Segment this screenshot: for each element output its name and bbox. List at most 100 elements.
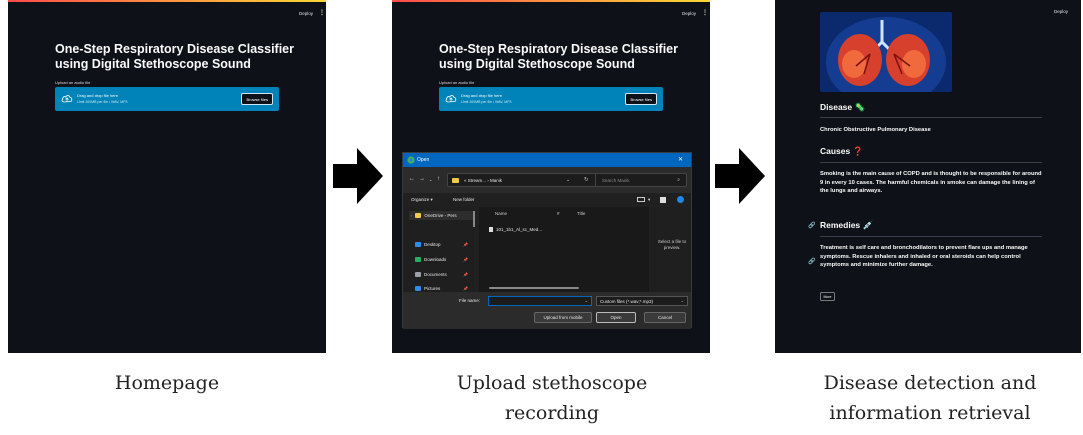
dialog-title: Open [417,157,430,163]
preview-pane-icon[interactable] [660,197,666,203]
sidebar-item-pictures[interactable]: Pictures [415,286,440,291]
folder-icon [452,178,459,183]
anchor-link-icon[interactable]: 🔗 [808,258,815,265]
pin-icon: 📌 [463,272,468,277]
file-name-input[interactable]: ⌄ [488,296,592,306]
view-icon[interactable] [637,197,645,202]
sidebar-item-label: OneDrive - Pers [424,213,457,218]
page-title: One-Step Respiratory Disease Classifier … [55,42,294,71]
address-bar[interactable]: « Stream... › Manik ⌄ ↻ [447,173,597,187]
remedies-text: Treatment is self care and bronchodilato… [820,245,1028,268]
dialog-footer: File name: ⌄ Custom files (*.wav;*.mp3) … [403,292,691,329]
sidebar-scrollbar[interactable] [473,211,475,227]
command-bar: Organize ▾ New folder ▾ [403,193,691,207]
remedies-heading: Remedies 💉 [820,220,874,230]
deploy-button[interactable]: Deploy [299,11,313,16]
cloud-upload-icon [61,95,73,103]
downloads-icon [415,257,421,262]
anchor-link-icon[interactable]: 🔗 [808,222,815,229]
sidebar-item-documents[interactable]: Documents [415,272,447,277]
deploy-button[interactable]: Deploy [1054,9,1068,14]
chevron-down-icon[interactable]: ⌄ [566,177,570,183]
horizontal-scrollbar[interactable] [489,287,579,289]
organize-menu[interactable]: Organize ▾ [411,197,433,203]
view-chevron-icon[interactable]: ▾ [648,197,650,203]
dropzone-instruction: Drag and drop file here [461,93,502,98]
help-icon[interactable] [677,196,684,203]
upload-screenshot: Deploy ⋮ One-Step Respiratory Disease Cl… [392,0,710,353]
dialog-navbar: ← → ⌄ ↑ « Stream... › Manik ⌄ ↻ Search M… [403,167,691,193]
causes-text: Smoking is the main cause of COPD and is… [820,171,1042,194]
folder-icon [415,213,422,218]
file-type-select[interactable]: Custom files (*.wav;*.mp3) ⌄ [596,296,688,306]
upload-from-mobile-button[interactable]: Upload from mobile [534,312,592,323]
up-icon[interactable]: ↑ [437,176,440,182]
caption-upload: Upload stethoscope recording [456,372,648,424]
sidebar-item-label: Pictures [424,286,441,291]
pin-icon: 📌 [463,286,468,291]
open-file-dialog: Open ✕ ← → ⌄ ↑ « Stream... › Manik ⌄ ↻ S… [402,152,692,329]
file-name-label: File name: [459,298,481,303]
pin-icon: 📌 [463,242,468,247]
file-type-value: Custom files (*.wav;*.mp3) [600,299,654,304]
caption-homepage: Homepage [114,372,220,394]
cloud-upload-icon [445,95,457,103]
main-menu-icon[interactable]: ⋮ [319,9,325,16]
refresh-icon[interactable]: ↻ [584,177,589,183]
dropzone-limit: Limit 200MB per file • WAV, MP3 [77,100,128,104]
preview-pane: Select a file to preview. [651,207,691,292]
browse-files-button[interactable]: Browse files [241,93,273,105]
sidebar-item-desktop[interactable]: Desktop [415,242,441,247]
chevron-down-icon: ⌄ [680,298,684,303]
sidebar-item-onedrive[interactable]: › OneDrive - Pers [409,211,473,220]
file-row[interactable]: 101_1b1_Al_sc_Med... [489,227,542,232]
new-folder-button[interactable]: New folder [453,197,475,202]
dropzone-limit: Limit 200MB per file • WAV, MP3 [461,100,512,104]
more-button[interactable]: More [820,292,835,301]
file-list: Name # Title 101_1b1_Al_sc_Med... [479,207,649,292]
pictures-icon [415,286,421,291]
search-placeholder: Search Manik [602,178,630,183]
upload-label: Upload an audio file [439,80,475,85]
open-button[interactable]: Open [596,312,636,323]
arrow-right-icon [715,148,765,204]
file-name: 101_1b1_Al_sc_Med... [496,227,543,232]
search-input[interactable]: Search Manik ⌕ [595,173,687,187]
navigation-pane: › OneDrive - Pers Desktop 📌 Downloads 📌 … [403,207,475,292]
file-dropzone[interactable]: Drag and drop file here Limit 200MB per … [439,87,663,111]
divider [820,236,1042,237]
main-menu-icon[interactable]: ⋮ [702,9,708,16]
header-decoration [392,0,710,2]
divider [820,117,1042,118]
browse-files-button[interactable]: Browse files [625,93,657,105]
expand-chevron-icon[interactable]: › [411,213,412,218]
close-icon[interactable]: ✕ [678,156,683,163]
column-header-title[interactable]: Title [577,211,585,216]
chrome-icon [407,156,415,164]
dropzone-instruction: Drag and drop file here [77,93,118,98]
address-path: « Stream... › Manik [464,178,503,183]
file-dropzone[interactable]: Drag and drop file here Limit 200MB per … [55,87,279,111]
disease-heading: Disease 🦠 [820,102,866,112]
sidebar-item-label: Desktop [424,242,441,247]
divider [820,162,1042,163]
dialog-titlebar[interactable]: Open ✕ [403,153,691,167]
arrow-right-icon [333,148,383,204]
search-icon: ⌕ [677,177,680,183]
sidebar-item-label: Downloads [424,257,447,262]
desktop-icon [415,242,421,247]
cancel-button[interactable]: Cancel [644,312,686,323]
forward-icon[interactable]: → [419,176,425,182]
pin-icon: 📌 [463,257,468,262]
sidebar-item-downloads[interactable]: Downloads [415,257,446,262]
recent-chevron-icon[interactable]: ⌄ [429,177,432,182]
back-icon[interactable]: ← [409,176,415,182]
header-decoration [8,0,326,2]
preview-message: Select a file to preview. [657,239,687,250]
caption-result: Disease detection and information retrie… [823,372,1037,424]
chevron-down-icon[interactable]: ⌄ [585,298,588,303]
column-header-name[interactable]: Name [495,211,507,216]
deploy-button[interactable]: Deploy [682,11,696,16]
causes-heading: Causes ❓ [820,146,864,156]
column-header-number[interactable]: # [557,211,560,216]
